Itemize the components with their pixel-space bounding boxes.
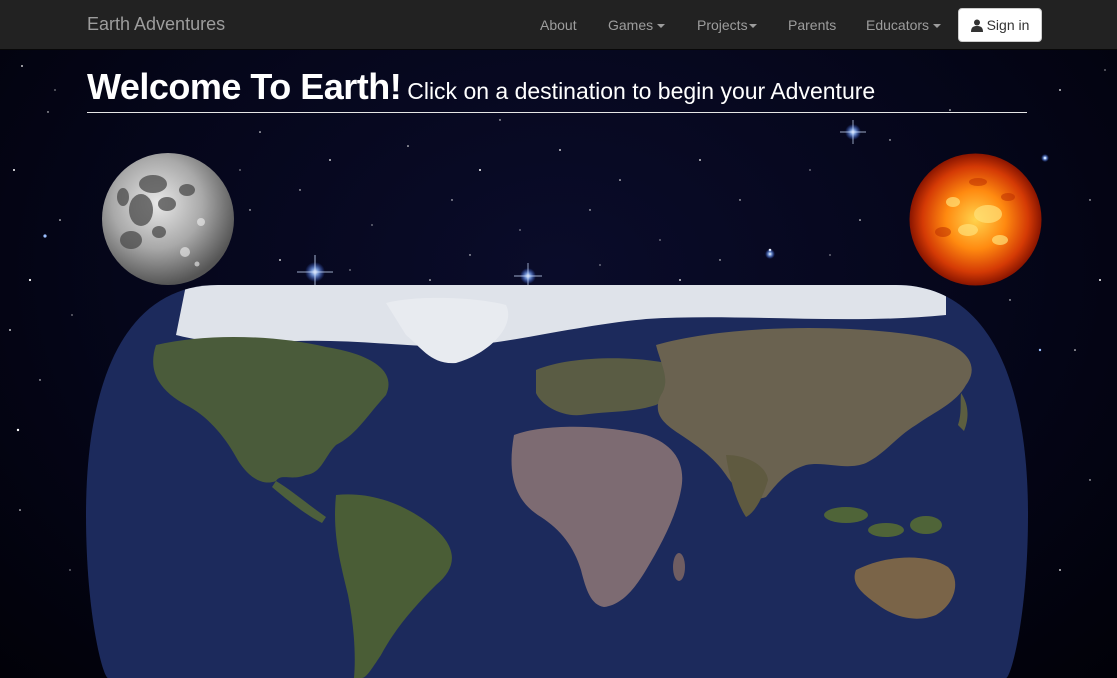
nav-educators-dropdown[interactable]: Educators (866, 17, 942, 33)
nav-games-dropdown[interactable]: Games (608, 17, 666, 33)
earth-map-destination[interactable] (86, 285, 1028, 678)
top-navbar: Earth Adventures About Games Projects Pa… (0, 0, 1117, 50)
caret-down-icon (657, 24, 666, 29)
nav-projects-label: Projects (697, 17, 748, 33)
user-icon (970, 19, 983, 32)
brand-link[interactable]: Earth Adventures (87, 14, 225, 35)
moon-destination[interactable] (101, 152, 235, 286)
nav-parents-label: Parents (788, 17, 837, 33)
nav-about[interactable]: About (540, 17, 577, 33)
nav-projects-dropdown[interactable]: Projects (697, 17, 757, 33)
nav-educators-label: Educators (866, 17, 930, 33)
page-title: Welcome To Earth! (87, 66, 402, 107)
page-header: Welcome To Earth! Click on a destination … (87, 66, 1027, 113)
nav-parents[interactable]: Parents (788, 17, 836, 33)
sun-destination[interactable] (908, 152, 1043, 287)
caret-down-icon (748, 24, 757, 29)
caret-down-icon (933, 24, 942, 29)
nav-games-label: Games (608, 17, 654, 33)
sign-in-label: Sign in (986, 17, 1030, 33)
page-subtitle: Click on a destination to begin your Adv… (407, 78, 876, 104)
nav-about-label: About (540, 17, 577, 33)
sign-in-button[interactable]: Sign in (958, 8, 1042, 42)
